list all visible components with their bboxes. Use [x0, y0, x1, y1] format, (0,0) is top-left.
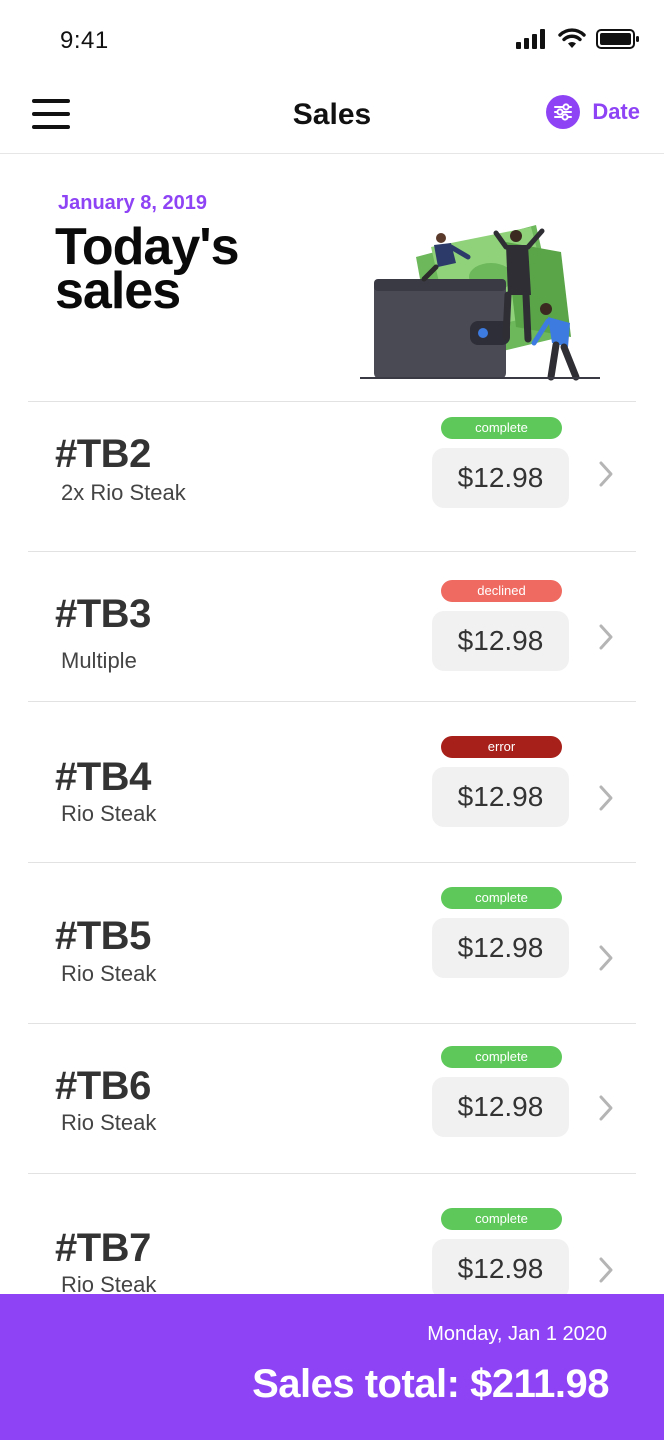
status-time: 9:41	[60, 27, 109, 54]
sale-id: #TB3	[55, 592, 151, 636]
hero-title: Today's sales	[55, 218, 240, 320]
sale-description: Rio Steak	[61, 801, 157, 826]
chevron-right-icon[interactable]	[596, 1256, 616, 1284]
status-badge: error	[441, 736, 562, 758]
sales-total-footer: Monday, Jan 1 2020 Sales total: $211.98	[0, 1294, 664, 1440]
sale-description: Rio Steak	[61, 961, 157, 986]
sale-price: $12.98	[432, 448, 569, 508]
sale-price: $12.98	[432, 1077, 569, 1137]
hero: January 8, 2019 Today's sales	[0, 155, 664, 401]
status-bar: 9:41	[0, 0, 664, 80]
status-badge: complete	[441, 417, 562, 439]
signal-icon	[516, 29, 545, 49]
footer-date: Monday, Jan 1 2020	[427, 1323, 607, 1345]
status-badge: complete	[441, 887, 562, 909]
sales-total: Sales total: $211.98	[252, 1362, 609, 1406]
chevron-right-icon[interactable]	[596, 623, 616, 651]
list-item[interactable]: #TB6 Rio Steak complete $12.98	[28, 1023, 636, 1173]
wallet-illustration	[360, 225, 600, 381]
list-item[interactable]: #TB3 Multiple declined $12.98	[28, 551, 636, 701]
navbar: Sales Date	[0, 80, 664, 154]
sale-price: $12.98	[432, 1239, 569, 1299]
list-item[interactable]: #TB2 2x Rio Steak complete $12.98	[28, 401, 636, 551]
status-badge: declined	[441, 580, 562, 602]
list-item[interactable]: #TB5 Rio Steak complete $12.98	[28, 862, 636, 1023]
sale-price: $12.98	[432, 918, 569, 978]
sale-id: #TB5	[55, 914, 151, 958]
sale-price: $12.98	[432, 611, 569, 671]
date-filter-label: Date	[592, 99, 640, 124]
list-item[interactable]: #TB4 Rio Steak error $12.98	[28, 701, 636, 862]
sliders-icon	[546, 95, 581, 129]
chevron-right-icon[interactable]	[596, 1094, 616, 1122]
sale-id: #TB7	[55, 1226, 151, 1270]
chevron-right-icon[interactable]	[596, 784, 616, 812]
sale-price: $12.98	[432, 767, 569, 827]
sale-id: #TB6	[55, 1064, 151, 1108]
sale-id: #TB4	[55, 755, 151, 799]
chevron-right-icon[interactable]	[596, 944, 616, 972]
sale-description: Multiple	[61, 648, 137, 673]
sale-description: Rio Steak	[61, 1110, 157, 1135]
status-icons	[516, 28, 640, 50]
status-badge: complete	[441, 1208, 562, 1230]
chevron-right-icon[interactable]	[596, 460, 616, 488]
wifi-icon	[558, 28, 586, 48]
sale-id: #TB2	[55, 432, 151, 476]
sales-list: #TB2 2x Rio Steak complete $12.98 #TB3 M…	[28, 401, 636, 1323]
status-badge: complete	[441, 1046, 562, 1068]
sale-description: 2x Rio Steak	[61, 480, 186, 505]
hero-date: January 8, 2019	[58, 192, 207, 214]
date-filter-button[interactable]: Date	[546, 94, 640, 130]
battery-icon	[596, 29, 639, 49]
